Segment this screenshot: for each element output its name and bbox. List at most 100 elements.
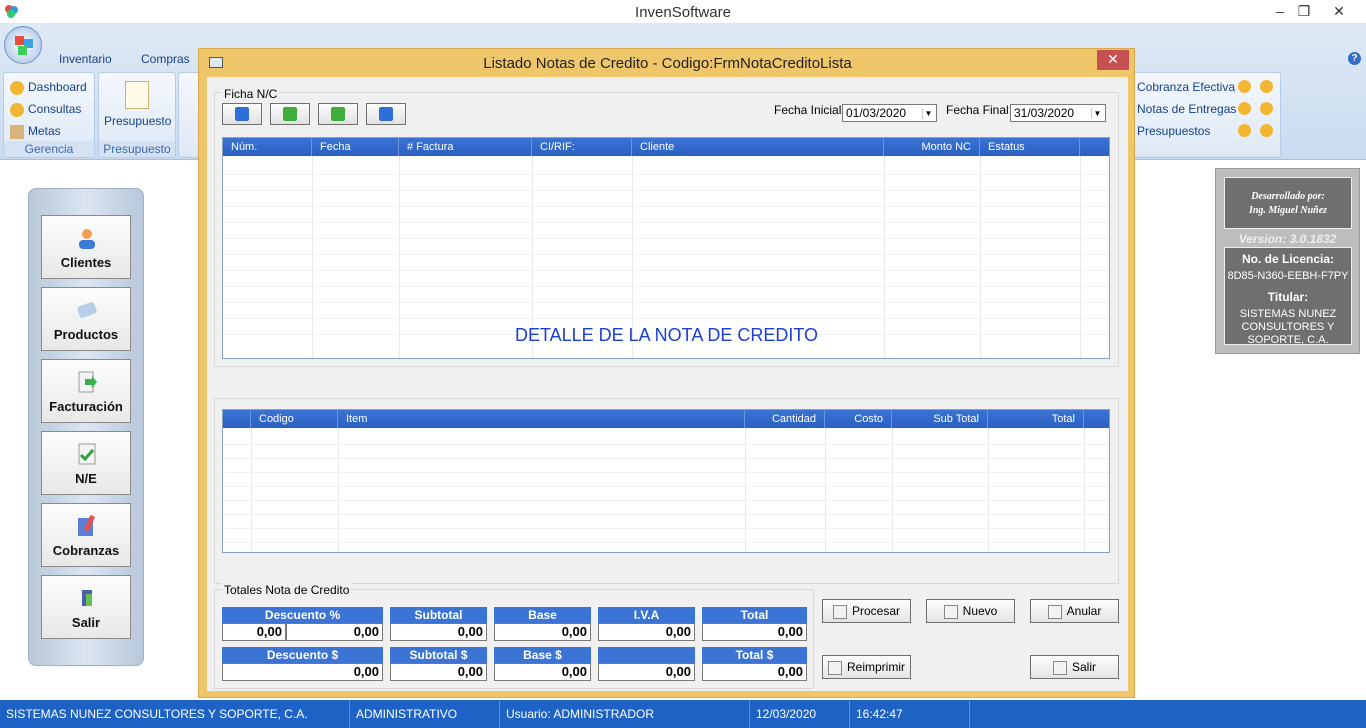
ribbon-item-consultas[interactable]: Consultas <box>10 99 81 119</box>
ribbon-group-label: Presupuesto <box>99 141 175 157</box>
col-monto-nc[interactable]: Monto NC <box>884 138 980 156</box>
status-user: Usuario: ADMINISTRADOR <box>500 700 750 728</box>
descuento-pct-field[interactable]: 0,00 <box>222 623 286 641</box>
cobranzas-button[interactable]: Cobranzas <box>41 503 131 567</box>
left-button-panel: Clientes Productos Facturación N/E Cobra… <box>28 188 144 666</box>
user-icon <box>79 229 95 249</box>
salir-left-button[interactable]: Salir <box>41 575 131 639</box>
col-costo[interactable]: Costo <box>825 410 892 428</box>
holder-name: SISTEMAS NUNEZ CONSULTORES Y SOPORTE, C.… <box>1239 308 1337 345</box>
total-usd-field[interactable]: 0,00 <box>702 663 807 681</box>
exit-door-icon <box>1052 660 1067 675</box>
wand-icon[interactable] <box>1260 124 1273 137</box>
menu-inventario[interactable]: Inventario <box>59 52 112 66</box>
anular-button[interactable]: Anular <box>1030 599 1119 623</box>
menu-compras[interactable]: Compras <box>141 52 190 66</box>
fecha-inicial-value: 01/03/2020 <box>846 106 907 120</box>
app-menu-button[interactable] <box>4 26 42 64</box>
previous-icon <box>283 107 297 121</box>
subtotal-usd-header: Subtotal $ <box>390 647 487 663</box>
fecha-inicial-picker[interactable]: 01/03/2020 ▼ <box>842 104 937 122</box>
reimprimir-button[interactable]: Reimprimir <box>822 655 911 679</box>
edit-document-icon <box>78 514 96 536</box>
first-record-button[interactable] <box>222 103 262 125</box>
ficha-label: Ficha N/C <box>222 87 280 101</box>
fecha-final-label: Fecha Final: <box>946 103 1013 117</box>
iva-usd-header <box>598 647 695 663</box>
previous-record-button[interactable] <box>270 103 310 125</box>
help-icon[interactable]: ? <box>1348 52 1361 65</box>
col-cirif[interactable]: CI/RIF: <box>532 138 632 156</box>
fecha-inicial-label: Fecha Inicial: <box>774 103 845 117</box>
maximize-icon[interactable]: ❐ <box>1292 0 1316 22</box>
ribbon-item-presupuestos[interactable]: Presupuestos <box>1137 121 1210 141</box>
col-selector <box>223 410 251 428</box>
col-cliente[interactable]: Cliente <box>632 138 884 156</box>
iva-field[interactable]: 0,00 <box>598 623 695 641</box>
col-factura[interactable]: # Factura <box>399 138 532 156</box>
ribbon-item-cobranza-efectiva[interactable]: Cobranza Efectiva <box>1137 77 1235 97</box>
col-num[interactable]: Núm. <box>223 138 312 156</box>
chart-icon <box>10 124 24 139</box>
pencil-icon <box>125 81 149 109</box>
base-usd-field[interactable]: 0,00 <box>494 663 591 681</box>
new-document-icon <box>943 604 958 619</box>
clientes-button[interactable]: Clientes <box>41 215 131 279</box>
wand-icon[interactable] <box>1238 102 1251 115</box>
col-estatus[interactable]: Estatus <box>980 138 1080 156</box>
ribbon-item-notas-entregas[interactable]: Notas de Entregas <box>1137 99 1236 119</box>
wand-icon[interactable] <box>1238 124 1251 137</box>
developer-name: Ing. Miguel Nuñez <box>1248 205 1328 216</box>
total-header: Total <box>702 607 807 623</box>
developed-by-label: Desarrollado por: <box>1251 191 1325 202</box>
last-record-button[interactable] <box>366 103 406 125</box>
col-codigo[interactable]: Codigo <box>251 410 338 428</box>
developer-box: Desarrollado por: Ing. Miguel Nuñez <box>1224 177 1352 229</box>
wand-icon <box>10 80 24 95</box>
col-fecha[interactable]: Fecha <box>312 138 399 156</box>
subtotal-usd-field[interactable]: 0,00 <box>390 663 487 681</box>
base-header: Base <box>494 607 591 623</box>
subtotal-field[interactable]: 0,00 <box>390 623 487 641</box>
wand-icon[interactable] <box>1238 80 1251 93</box>
col-cantidad[interactable]: Cantidad <box>745 410 825 428</box>
descuento-pct-header: Descuento % <box>222 607 383 623</box>
wand-icon[interactable] <box>1260 102 1273 115</box>
col-sub-total[interactable]: Sub Total <box>892 410 988 428</box>
ribbon-group-gerencia: Dashboard Consultas Metas Gerencia <box>3 72 95 158</box>
status-company: SISTEMAS NUNEZ CONSULTORES Y SOPORTE, C.… <box>0 700 350 728</box>
descuento-usd-field[interactable]: 0,00 <box>222 663 383 681</box>
col-total[interactable]: Total <box>988 410 1084 428</box>
ribbon-group-label: Gerencia <box>4 141 94 157</box>
procesar-button[interactable]: Procesar <box>822 599 911 623</box>
checked-document-icon <box>78 443 96 465</box>
holder-label: Titular: <box>1267 290 1309 304</box>
ribbon-item-dashboard[interactable]: Dashboard <box>10 77 87 97</box>
close-icon[interactable]: ✕ <box>1316 0 1362 22</box>
wand-icon[interactable] <box>1260 80 1273 93</box>
fecha-final-picker[interactable]: 31/03/2020 ▼ <box>1010 104 1106 122</box>
next-icon <box>331 107 345 121</box>
ribbon-item-metas[interactable]: Metas <box>10 121 61 141</box>
minimize-icon[interactable]: ‒ <box>1268 0 1292 22</box>
ne-button[interactable]: N/E <box>41 431 131 495</box>
descuento-usd-header: Descuento $ <box>222 647 383 663</box>
productos-button[interactable]: Productos <box>41 287 131 351</box>
next-record-button[interactable] <box>318 103 358 125</box>
exit-door-icon <box>82 590 92 606</box>
presupuesto-button[interactable]: Presupuesto <box>104 111 171 131</box>
col-item[interactable]: Item <box>338 410 745 428</box>
detail-grid-header: Codigo Item Cantidad Costo Sub Total Tot… <box>223 410 1109 428</box>
cancel-document-icon <box>1047 604 1062 619</box>
dialog-close-icon[interactable]: ✕ <box>1097 50 1129 70</box>
salir-dialog-button[interactable]: Salir <box>1030 655 1119 679</box>
nuevo-button[interactable]: Nuevo <box>926 599 1015 623</box>
total-field[interactable]: 0,00 <box>702 623 807 641</box>
base-field[interactable]: 0,00 <box>494 623 591 641</box>
totals-label: Totales Nota de Credito <box>222 583 352 597</box>
last-icon <box>379 107 393 121</box>
detalle-grid[interactable]: Codigo Item Cantidad Costo Sub Total Tot… <box>222 409 1110 553</box>
iva-usd-field[interactable]: 0,00 <box>598 663 695 681</box>
descuento-pct-amount-field[interactable]: 0,00 <box>286 623 383 641</box>
facturacion-button[interactable]: Facturación <box>41 359 131 423</box>
